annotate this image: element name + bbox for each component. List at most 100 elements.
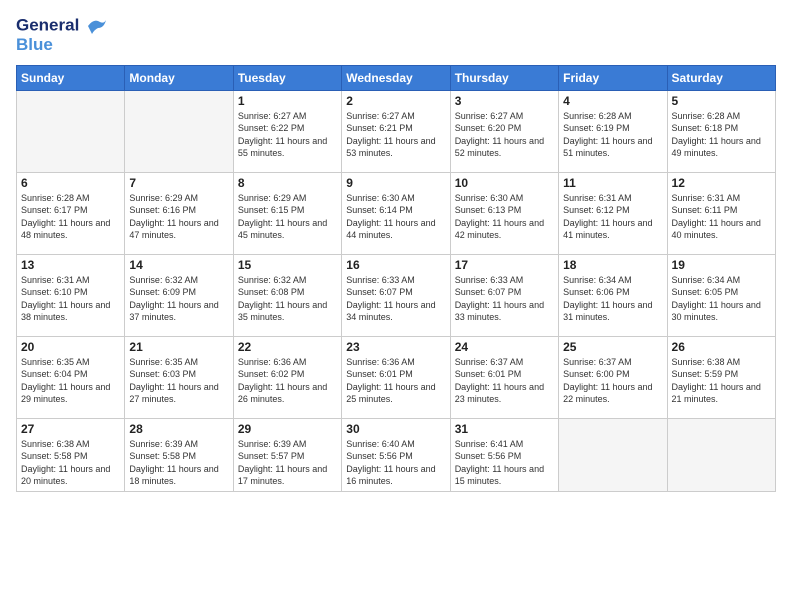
- day-number: 21: [129, 340, 228, 354]
- calendar-cell: 21 Sunrise: 6:35 AM Sunset: 6:03 PM Dayli…: [125, 336, 233, 418]
- day-number: 23: [346, 340, 445, 354]
- week-row-4: 20 Sunrise: 6:35 AM Sunset: 6:04 PM Dayli…: [17, 336, 776, 418]
- calendar-cell: 14Sunrise: 6:32 AM Sunset: 6:09 PM Dayli…: [125, 254, 233, 336]
- day-info: Sunrise: 6:28 AM Sunset: 6:19 PM Dayligh…: [563, 110, 662, 160]
- day-number: 10: [455, 176, 554, 190]
- day-info: Sunrise: 6:35 AM Sunset: 6:03 PM Dayligh…: [129, 356, 228, 406]
- weekday-header-monday: Monday: [125, 65, 233, 90]
- calendar-cell: 25 Sunrise: 6:37 AM Sunset: 6:00 PM Dayli…: [559, 336, 667, 418]
- day-info: Sunrise: 6:27 AM Sunset: 6:22 PM Dayligh…: [238, 110, 337, 160]
- logo-bird-icon: [86, 16, 108, 36]
- calendar-cell: 16 Sunrise: 6:33 AM Sunset: 6:07 PM Dayli…: [342, 254, 450, 336]
- weekday-header-wednesday: Wednesday: [342, 65, 450, 90]
- week-row-5: 27Sunrise: 6:38 AM Sunset: 5:58 PM Dayli…: [17, 418, 776, 491]
- day-number: 1: [238, 94, 337, 108]
- day-number: 22: [238, 340, 337, 354]
- day-number: 16: [346, 258, 445, 272]
- header: General Blue: [16, 16, 776, 55]
- calendar-cell: [667, 418, 775, 491]
- day-number: 8: [238, 176, 337, 190]
- day-number: 11: [563, 176, 662, 190]
- day-info: Sunrise: 6:32 AM Sunset: 6:08 PM Dayligh…: [238, 274, 337, 324]
- weekday-header-tuesday: Tuesday: [233, 65, 341, 90]
- day-number: 5: [672, 94, 771, 108]
- calendar-cell: 11 Sunrise: 6:31 AM Sunset: 6:12 PM Dayli…: [559, 172, 667, 254]
- day-number: 31: [455, 422, 554, 436]
- calendar-cell: 24 Sunrise: 6:37 AM Sunset: 6:01 PM Dayli…: [450, 336, 558, 418]
- day-info: Sunrise: 6:28 AM Sunset: 6:17 PM Dayligh…: [21, 192, 120, 242]
- calendar-cell: 2 Sunrise: 6:27 AM Sunset: 6:21 PM Daylig…: [342, 90, 450, 172]
- calendar-cell: 8 Sunrise: 6:29 AM Sunset: 6:15 PM Daylig…: [233, 172, 341, 254]
- week-row-1: 1 Sunrise: 6:27 AM Sunset: 6:22 PM Daylig…: [17, 90, 776, 172]
- day-number: 13: [21, 258, 120, 272]
- day-number: 20: [21, 340, 120, 354]
- day-number: 25: [563, 340, 662, 354]
- day-number: 4: [563, 94, 662, 108]
- day-number: 15: [238, 258, 337, 272]
- day-info: Sunrise: 6:37 AM Sunset: 6:00 PM Dayligh…: [563, 356, 662, 406]
- day-info: Sunrise: 6:33 AM Sunset: 6:07 PM Dayligh…: [346, 274, 445, 324]
- day-number: 28: [129, 422, 228, 436]
- day-number: 27: [21, 422, 120, 436]
- calendar-cell: 18 Sunrise: 6:34 AM Sunset: 6:06 PM Dayli…: [559, 254, 667, 336]
- calendar-cell: 23Sunrise: 6:36 AM Sunset: 6:01 PM Dayli…: [342, 336, 450, 418]
- day-info: Sunrise: 6:31 AM Sunset: 6:11 PM Dayligh…: [672, 192, 771, 242]
- calendar-cell: 22Sunrise: 6:36 AM Sunset: 6:02 PM Dayli…: [233, 336, 341, 418]
- day-info: Sunrise: 6:27 AM Sunset: 6:21 PM Dayligh…: [346, 110, 445, 160]
- day-info: Sunrise: 6:29 AM Sunset: 6:16 PM Dayligh…: [129, 192, 228, 242]
- day-info: Sunrise: 6:39 AM Sunset: 5:58 PM Dayligh…: [129, 438, 228, 488]
- calendar-cell: [559, 418, 667, 491]
- day-number: 19: [672, 258, 771, 272]
- day-number: 2: [346, 94, 445, 108]
- calendar-cell: 27Sunrise: 6:38 AM Sunset: 5:58 PM Dayli…: [17, 418, 125, 491]
- day-info: Sunrise: 6:30 AM Sunset: 6:14 PM Dayligh…: [346, 192, 445, 242]
- calendar-cell: [125, 90, 233, 172]
- day-info: Sunrise: 6:34 AM Sunset: 6:06 PM Dayligh…: [563, 274, 662, 324]
- calendar-cell: 9 Sunrise: 6:30 AM Sunset: 6:14 PM Daylig…: [342, 172, 450, 254]
- day-number: 7: [129, 176, 228, 190]
- day-info: Sunrise: 6:31 AM Sunset: 6:12 PM Dayligh…: [563, 192, 662, 242]
- calendar-cell: 19 Sunrise: 6:34 AM Sunset: 6:05 PM Dayli…: [667, 254, 775, 336]
- day-number: 3: [455, 94, 554, 108]
- day-number: 18: [563, 258, 662, 272]
- day-info: Sunrise: 6:29 AM Sunset: 6:15 PM Dayligh…: [238, 192, 337, 242]
- calendar-cell: 30 Sunrise: 6:40 AM Sunset: 5:56 PM Dayli…: [342, 418, 450, 491]
- day-info: Sunrise: 6:34 AM Sunset: 6:05 PM Dayligh…: [672, 274, 771, 324]
- calendar-cell: 28 Sunrise: 6:39 AM Sunset: 5:58 PM Dayli…: [125, 418, 233, 491]
- calendar-cell: 15 Sunrise: 6:32 AM Sunset: 6:08 PM Dayli…: [233, 254, 341, 336]
- calendar-cell: [17, 90, 125, 172]
- logo: General Blue: [16, 16, 108, 55]
- calendar-cell: 4 Sunrise: 6:28 AM Sunset: 6:19 PM Daylig…: [559, 90, 667, 172]
- day-info: Sunrise: 6:41 AM Sunset: 5:56 PM Dayligh…: [455, 438, 554, 488]
- calendar-cell: 6 Sunrise: 6:28 AM Sunset: 6:17 PM Daylig…: [17, 172, 125, 254]
- logo-line2: Blue: [16, 36, 108, 55]
- calendar-cell: 29Sunrise: 6:39 AM Sunset: 5:57 PM Dayli…: [233, 418, 341, 491]
- day-number: 30: [346, 422, 445, 436]
- day-number: 17: [455, 258, 554, 272]
- calendar-cell: 17 Sunrise: 6:33 AM Sunset: 6:07 PM Dayli…: [450, 254, 558, 336]
- weekday-header-friday: Friday: [559, 65, 667, 90]
- weekday-header-row: SundayMondayTuesdayWednesdayThursdayFrid…: [17, 65, 776, 90]
- weekday-header-thursday: Thursday: [450, 65, 558, 90]
- day-info: Sunrise: 6:35 AM Sunset: 6:04 PM Dayligh…: [21, 356, 120, 406]
- calendar-cell: 5Sunrise: 6:28 AM Sunset: 6:18 PM Daylig…: [667, 90, 775, 172]
- day-info: Sunrise: 6:40 AM Sunset: 5:56 PM Dayligh…: [346, 438, 445, 488]
- calendar-cell: 12Sunrise: 6:31 AM Sunset: 6:11 PM Dayli…: [667, 172, 775, 254]
- calendar-cell: 31 Sunrise: 6:41 AM Sunset: 5:56 PM Dayli…: [450, 418, 558, 491]
- calendar-cell: 13Sunrise: 6:31 AM Sunset: 6:10 PM Dayli…: [17, 254, 125, 336]
- week-row-3: 13Sunrise: 6:31 AM Sunset: 6:10 PM Dayli…: [17, 254, 776, 336]
- day-number: 9: [346, 176, 445, 190]
- calendar-cell: 10Sunrise: 6:30 AM Sunset: 6:13 PM Dayli…: [450, 172, 558, 254]
- calendar-cell: 1 Sunrise: 6:27 AM Sunset: 6:22 PM Daylig…: [233, 90, 341, 172]
- calendar-cell: 7 Sunrise: 6:29 AM Sunset: 6:16 PM Daylig…: [125, 172, 233, 254]
- day-info: Sunrise: 6:33 AM Sunset: 6:07 PM Dayligh…: [455, 274, 554, 324]
- day-info: Sunrise: 6:38 AM Sunset: 5:59 PM Dayligh…: [672, 356, 771, 406]
- calendar-table: SundayMondayTuesdayWednesdayThursdayFrid…: [16, 65, 776, 492]
- day-info: Sunrise: 6:27 AM Sunset: 6:20 PM Dayligh…: [455, 110, 554, 160]
- day-number: 24: [455, 340, 554, 354]
- day-info: Sunrise: 6:37 AM Sunset: 6:01 PM Dayligh…: [455, 356, 554, 406]
- weekday-header-saturday: Saturday: [667, 65, 775, 90]
- day-number: 6: [21, 176, 120, 190]
- day-number: 26: [672, 340, 771, 354]
- day-info: Sunrise: 6:32 AM Sunset: 6:09 PM Dayligh…: [129, 274, 228, 324]
